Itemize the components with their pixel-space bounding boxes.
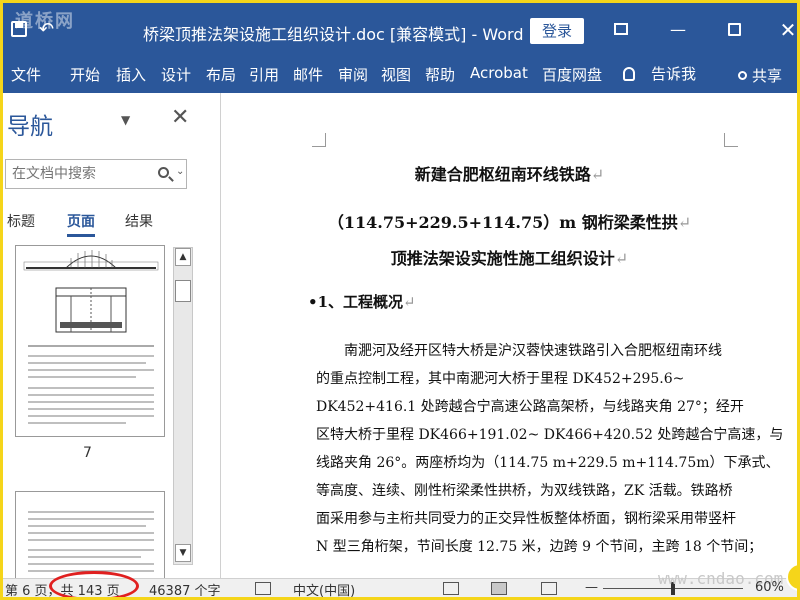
search-options-chevron-icon[interactable]: ⌄ [176,166,184,177]
search-icon[interactable] [158,167,169,178]
doc-heading-1: 新建合肥枢纽南环线铁路↵ [414,165,605,184]
crop-mark [312,133,326,147]
tab-mailings[interactable]: 邮件 [293,64,323,85]
navigation-pane: 导航 ▼ ✕ ⌄ 标题 页面 结果 [3,93,221,581]
scrollbar-thumb[interactable] [175,280,191,302]
search-input[interactable] [12,164,152,184]
tab-view[interactable]: 视图 [381,64,411,85]
maximize-icon [727,23,741,36]
doc-paragraph-line: 南淝河及经开区特大桥是沪汉蓉快速铁路引入合肥枢纽南环线 [344,343,722,359]
tab-home[interactable]: 开始 [70,64,100,85]
nav-tab-headings[interactable]: 标题 [7,211,35,231]
share-button[interactable]: 共享 [738,65,782,86]
share-label: 共享 [752,67,783,85]
page-thumbnail-drawing [23,250,159,424]
tab-file[interactable]: 文件 [11,64,41,85]
zoom-level[interactable]: 60% [755,580,784,595]
maximize-button[interactable] [721,17,747,43]
doc-paragraph-line: N 型三角桁架，节间长度 12.75 米，边跨 9 个节间，主跨 18 个节间； [316,539,763,555]
doc-paragraph-line: DK452+416.1 处跨越合宁高速公路高架桥，与线路夹角 27°；经开 [316,399,744,415]
doc-heading-2: （114.75+229.5+114.75）m 钢桁梁柔性拱↵ [327,213,692,232]
page-thumbnail[interactable] [15,491,165,581]
zoom-out-button[interactable]: — [585,580,598,595]
document-page[interactable]: 新建合肥枢纽南环线铁路↵ （114.75+229.5+114.75）m 钢桁梁柔… [222,93,797,578]
tell-me-label: 告诉我 [651,65,697,83]
thumbnail-page-number: 7 [83,445,92,461]
lightbulb-icon [623,67,635,81]
tab-acrobat[interactable]: Acrobat [470,64,528,82]
scroll-down-button[interactable]: ▼ [175,544,191,562]
login-button[interactable]: 登录 [530,18,584,44]
document-title: 桥梁顶推法架设施工组织设计.doc [兼容模式] - Word [143,25,524,44]
tab-references[interactable]: 引用 [249,64,279,85]
chevron-down-icon[interactable]: ▼ [121,113,130,127]
minimize-button[interactable]: — [665,17,691,43]
nav-tab-pages[interactable]: 页面 [67,211,95,237]
doc-heading-3: 顶推法架设实施性施工组织设计↵ [390,249,629,268]
crop-mark [724,133,738,147]
doc-paragraph-line: 的重点控制工程，其中南淝河大桥于里程 DK452+295.6~ [316,371,685,387]
word-window: 道桥网 ↶ 桥梁顶推法架设施工组织设计.doc [兼容模式] - Word 登录… [3,3,797,597]
nav-pane-title: 导航 [7,114,53,140]
language-status[interactable]: 中文(中国) [293,580,355,597]
proofing-icon[interactable] [255,582,271,595]
close-icon[interactable]: ✕ [171,105,189,130]
title-bar: 道桥网 ↶ 桥梁顶推法架设施工组织设计.doc [兼容模式] - Word 登录… [3,3,797,55]
tab-review[interactable]: 审阅 [338,64,368,85]
thumbnail-scrollbar[interactable]: ▲ ▼ [173,247,193,565]
ribbon-tabs: 文件 开始 插入 设计 布局 引用 邮件 审阅 视图 帮助 Acrobat 百度… [3,55,797,93]
status-bar: 第 6 页，共 143 页 46387 个字 中文(中国) — www.cnda… [3,563,797,597]
doc-paragraph-line: 线路夹角 26°。两座桥均为（114.75 m+229.5 m+114.75m）… [316,455,780,471]
doc-section-heading: •1、工程概况↵ [308,293,416,311]
page-thumbnail[interactable] [15,245,165,437]
undo-icon[interactable]: ↶ [39,19,54,40]
web-layout-icon[interactable] [541,582,557,595]
word-count-status[interactable]: 46387 个字 [149,580,221,597]
doc-paragraph-line: 面采用参与主桁共同受力的正交异性板整体桥面，钢桁梁采用带竖杆 [316,511,736,527]
page-thumbnail-drawing [28,511,154,572]
ribbon-display-icon [614,23,628,35]
tab-design[interactable]: 设计 [161,64,191,85]
tab-layout[interactable]: 布局 [206,64,236,85]
person-icon [738,71,747,80]
close-button[interactable]: ✕ [775,17,797,43]
nav-search-box: ⌄ [5,159,187,189]
annotation-circle [49,571,139,597]
scroll-up-button[interactable]: ▲ [175,248,191,266]
tab-help[interactable]: 帮助 [425,64,455,85]
read-mode-icon[interactable] [443,582,459,595]
doc-paragraph-line: 区特大桥于里程 DK466+191.02~ DK466+420.52 处跨越合宁… [316,427,784,443]
tab-baidu-netdisk[interactable]: 百度网盘 [542,64,602,85]
nav-tab-results[interactable]: 结果 [125,211,153,231]
doc-paragraph-line: 等高度、连续、刚性桁梁柔性拱桥，为双线铁路，ZK 活载。铁路桥 [316,483,733,499]
print-layout-icon[interactable] [491,582,507,595]
ribbon-display-options-button[interactable] [608,17,634,43]
tell-me-box[interactable]: 告诉我 [623,63,696,84]
tab-insert[interactable]: 插入 [116,64,146,85]
